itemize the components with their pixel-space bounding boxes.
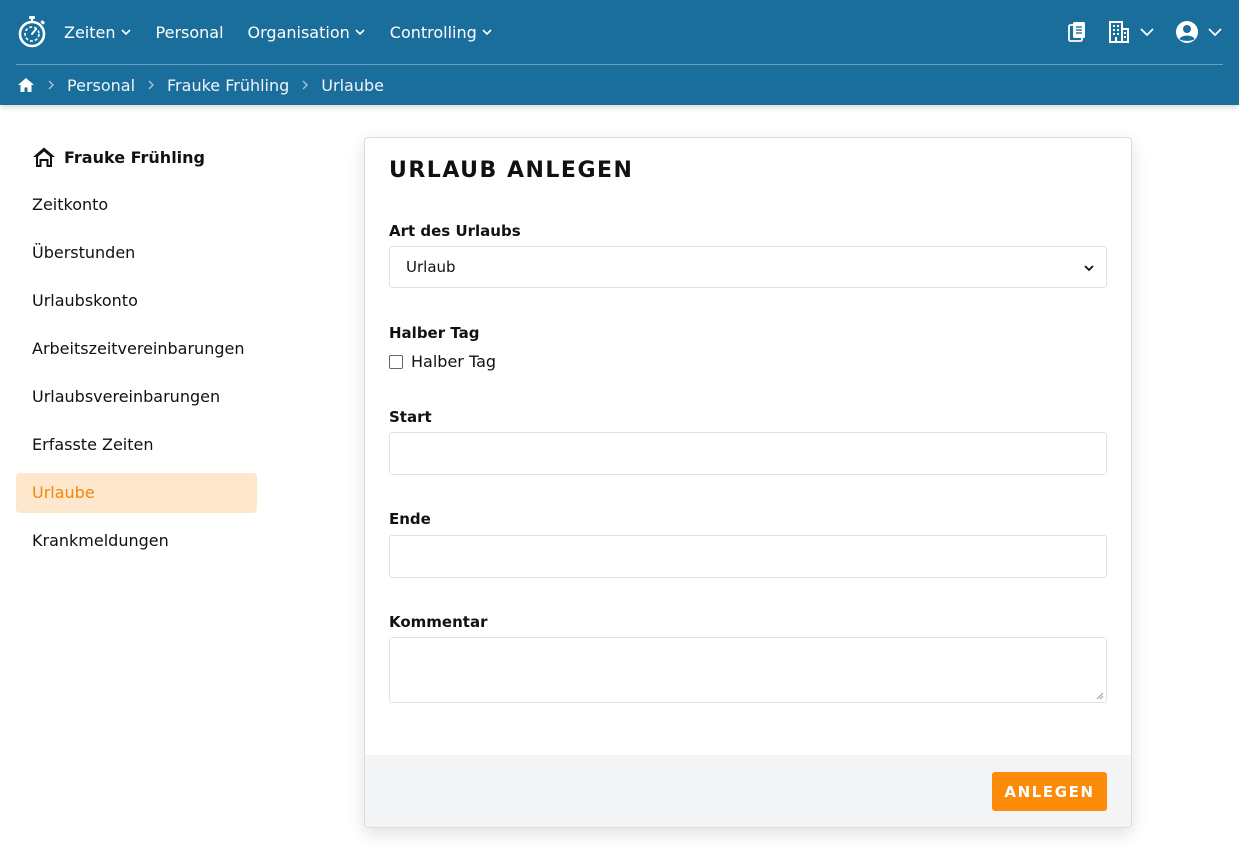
sidebar-item-zeitkonto[interactable]: Zeitkonto (16, 185, 257, 225)
clipboard-icon (1068, 22, 1085, 42)
vacation-type-value: Urlaub (406, 258, 456, 276)
vacation-form-card: URLAUB ANLEGEN Art des Urlaubs Urlaub Ha… (364, 137, 1132, 828)
nav-organisation-label: Organisation (247, 22, 350, 42)
vacation-type-label: Art des Urlaubs (389, 222, 521, 240)
breadcrumb-employee[interactable]: Frauke Frühling (167, 76, 289, 95)
chevron-right-icon (48, 80, 54, 90)
chevron-down-icon (1140, 28, 1154, 37)
halfday-label: Halber Tag (389, 324, 480, 342)
employee-sidebar: Frauke Frühling Zeitkonto Überstunden Ur… (16, 137, 257, 561)
halfday-checkbox[interactable] (389, 354, 403, 369)
sidebar-item-arbeitszeitvereinbarungen[interactable]: Arbeitszeitvereinbarungen (16, 329, 257, 369)
end-label: Ende (389, 510, 431, 528)
chevron-down-icon (355, 29, 365, 36)
breadcrumb-personal[interactable]: Personal (67, 76, 135, 95)
chevron-right-icon (148, 80, 155, 90)
form-footer: ANLEGEN (365, 755, 1131, 827)
halfday-checkbox-row[interactable]: Halber Tag (389, 352, 496, 371)
breadcrumb-current[interactable]: Urlaube (321, 76, 384, 95)
nav-personal[interactable]: Personal (156, 23, 224, 42)
anlegen-button[interactable]: ANLEGEN (992, 772, 1107, 811)
user-circle-icon (1176, 21, 1198, 43)
start-label: Start (389, 408, 432, 426)
header-actions (1047, 0, 1223, 64)
nav-zeiten-label: Zeiten (64, 22, 116, 42)
resize-grip-icon[interactable] (1096, 692, 1104, 700)
chevron-down-icon (120, 29, 131, 36)
comment-label: Kommentar (389, 613, 488, 631)
chevron-down-icon (1084, 265, 1094, 272)
nav-personal-label: Personal (155, 22, 224, 42)
sidebar-title-label: Frauke Frühling (64, 147, 206, 167)
main-nav: Zeiten Personal Organisation Controlling (64, 0, 517, 64)
app-header: Zeiten Personal Organisation Controlling (0, 0, 1239, 105)
sidebar-item-krankmeldungen[interactable]: Krankmeldungen (16, 521, 257, 561)
sidebar-item-urlaubskonto[interactable]: Urlaubskonto (16, 281, 257, 321)
building-icon (1109, 21, 1129, 43)
sidebar-item-urlaubsvereinbarungen[interactable]: Urlaubsvereinbarungen (16, 377, 257, 417)
halfday-checkbox-label: Halber Tag (411, 352, 497, 371)
user-menu[interactable] (1175, 20, 1223, 44)
sidebar-item-ueberstunden[interactable]: Überstunden (16, 233, 257, 273)
organisation-switcher[interactable] (1107, 20, 1155, 44)
chevron-down-icon (482, 29, 492, 36)
end-input[interactable] (389, 535, 1107, 578)
nav-zeiten[interactable]: Zeiten (64, 23, 132, 42)
breadcrumb: Personal Frauke Frühling Urlaube (17, 65, 384, 105)
stopwatch-logo-icon[interactable] (17, 16, 47, 48)
clipboard-button[interactable] (1067, 21, 1087, 43)
sidebar-item-erfasste-zeiten[interactable]: Erfasste Zeiten (16, 425, 257, 465)
chevron-down-icon (1208, 28, 1222, 37)
sidebar-item-urlaube[interactable]: Urlaube (16, 473, 257, 513)
vacation-type-select[interactable]: Urlaub (389, 246, 1107, 288)
nav-controlling[interactable]: Controlling (390, 23, 493, 42)
nav-controlling-label: Controlling (389, 22, 477, 42)
comment-textarea[interactable] (389, 637, 1107, 703)
start-input[interactable] (389, 432, 1107, 475)
chevron-right-icon (302, 80, 309, 90)
page-title: URLAUB ANLEGEN (389, 158, 634, 183)
nav-organisation[interactable]: Organisation (248, 23, 366, 42)
sidebar-title[interactable]: Frauke Frühling (16, 137, 257, 177)
home-icon[interactable] (17, 76, 35, 94)
home-icon (33, 147, 55, 167)
top-navbar: Zeiten Personal Organisation Controlling (0, 0, 1239, 64)
